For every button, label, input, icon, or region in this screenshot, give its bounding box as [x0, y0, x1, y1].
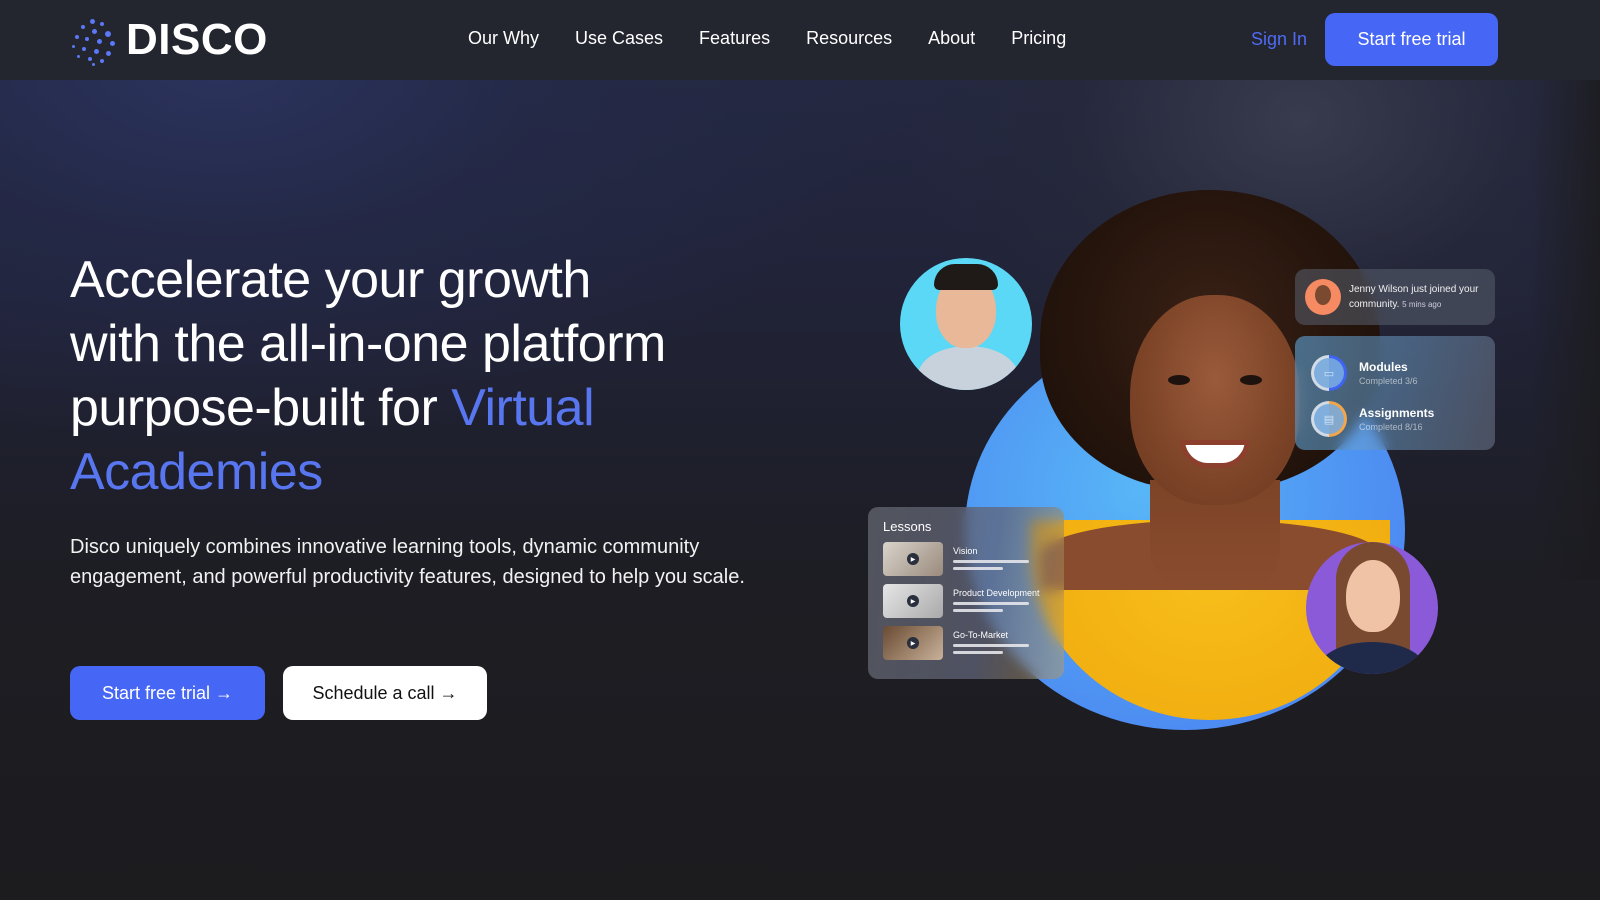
play-icon: ▶: [907, 553, 919, 565]
lesson-name: Go-To-Market: [953, 630, 1009, 640]
play-icon: ▶: [907, 637, 919, 649]
hero-cta-group: Start free trial → Schedule a call →: [70, 666, 487, 720]
eye-left: [1168, 375, 1190, 385]
hero-start-free-trial-button[interactable]: Start free trial →: [70, 666, 265, 720]
nav-actions: Sign In Start free trial: [1251, 13, 1498, 66]
schedule-call-button[interactable]: Schedule a call →: [283, 666, 487, 720]
lesson-thumbnail: ▶: [883, 626, 943, 660]
logo-dot: [72, 45, 75, 48]
lesson-item[interactable]: ▶ Product Development: [883, 584, 1049, 626]
lesson-item[interactable]: ▶ Go-To-Market: [883, 626, 1049, 668]
progress-item-modules: ▭ Modules Completed 3/6: [1311, 350, 1479, 396]
top-navigation: DISCO Our Why Use Cases Features Resourc…: [0, 0, 1600, 80]
lesson-progress-bar: [953, 560, 1029, 563]
lesson-thumbnail: ▶: [883, 584, 943, 618]
notification-avatar-face: [1315, 285, 1331, 305]
lesson-progress-bar: [953, 609, 1003, 612]
notification-text: Jenny Wilson just joined your community.…: [1349, 282, 1485, 312]
logo[interactable]: DISCO: [70, 15, 268, 66]
logo-dot: [100, 22, 104, 26]
nav-link-features[interactable]: Features: [699, 28, 770, 49]
folder-icon: ▭: [1323, 367, 1335, 380]
progress-subtitle: Completed 8/16: [1359, 422, 1423, 432]
nav-link-our-why[interactable]: Our Why: [468, 28, 539, 49]
logo-text: DISCO: [126, 15, 268, 64]
lesson-progress-bar: [953, 651, 1003, 654]
headline-line-3: purpose-built for: [70, 379, 452, 437]
avatar-man: [900, 258, 1032, 390]
logo-dot: [92, 29, 97, 34]
sign-in-link[interactable]: Sign In: [1251, 29, 1307, 50]
avatar-man-hair: [934, 264, 998, 290]
progress-title: Modules: [1359, 360, 1408, 374]
logo-dot: [85, 37, 89, 41]
eye-right: [1240, 375, 1262, 385]
lessons-title: Lessons: [883, 519, 932, 534]
hero-headline: Accelerate your growth with the all-in-o…: [70, 248, 770, 504]
logo-dot: [90, 19, 95, 24]
nav-start-free-trial-button[interactable]: Start free trial: [1325, 13, 1498, 66]
headline-line-2: with the all-in-one platform: [70, 315, 666, 373]
lesson-name: Product Development: [953, 588, 1040, 598]
clipboard-icon: ▤: [1323, 413, 1335, 426]
progress-subtitle: Completed 3/6: [1359, 376, 1418, 386]
nav-links: Our Why Use Cases Features Resources Abo…: [468, 28, 1066, 49]
progress-card: ▭ Modules Completed 3/6 ▤ Assignments Co…: [1295, 336, 1495, 450]
nav-link-use-cases[interactable]: Use Cases: [575, 28, 663, 49]
lesson-item[interactable]: ▶ Vision: [883, 542, 1049, 584]
avatar-woman-head: [1346, 560, 1400, 632]
avatar-woman: [1306, 542, 1438, 674]
logo-dot: [81, 25, 85, 29]
logo-dot: [75, 35, 79, 39]
headline-accent-academies: Academies: [70, 443, 323, 501]
notification-name: Jenny Wilson: [1349, 284, 1409, 295]
disco-logo-icon: [70, 17, 116, 66]
notification-avatar: [1305, 279, 1341, 315]
avatar-man-body: [918, 346, 1018, 390]
lesson-progress-bar: [953, 602, 1029, 605]
lessons-card: Lessons ▶ Vision ▶ Product Development ▶…: [868, 507, 1064, 679]
logo-dot: [94, 49, 99, 54]
lesson-thumbnail: ▶: [883, 542, 943, 576]
face-shape: [1130, 295, 1300, 505]
assignments-progress-ring: ▤: [1311, 401, 1347, 437]
nav-link-resources[interactable]: Resources: [806, 28, 892, 49]
logo-dot: [88, 57, 92, 61]
lesson-progress-bar: [953, 567, 1003, 570]
notification-card: Jenny Wilson just joined your community.…: [1295, 269, 1495, 325]
logo-dot: [106, 51, 111, 56]
smile-shape: [1180, 440, 1250, 468]
notification-time: 5 mins ago: [1402, 300, 1442, 309]
modules-progress-ring: ▭: [1311, 355, 1347, 391]
lesson-progress-bar: [953, 644, 1029, 647]
hero-subtext: Disco uniquely combines innovative learn…: [70, 536, 745, 588]
logo-dot: [77, 55, 80, 58]
nav-link-pricing[interactable]: Pricing: [1011, 28, 1066, 49]
logo-dot: [82, 47, 86, 51]
headline-accent-virtual: Virtual: [451, 379, 595, 437]
logo-dot: [110, 41, 115, 46]
logo-dot: [100, 59, 104, 63]
logo-dot: [105, 31, 111, 37]
hero-illustration: Jenny Wilson just joined your community.…: [868, 180, 1500, 730]
lesson-name: Vision: [953, 546, 978, 556]
logo-dot: [97, 39, 102, 44]
headline-line-1: Accelerate your growth: [70, 251, 591, 309]
logo-dot: [92, 63, 95, 66]
nav-link-about[interactable]: About: [928, 28, 975, 49]
progress-item-assignments: ▤ Assignments Completed 8/16: [1311, 396, 1479, 442]
progress-title: Assignments: [1359, 406, 1435, 420]
play-icon: ▶: [907, 595, 919, 607]
